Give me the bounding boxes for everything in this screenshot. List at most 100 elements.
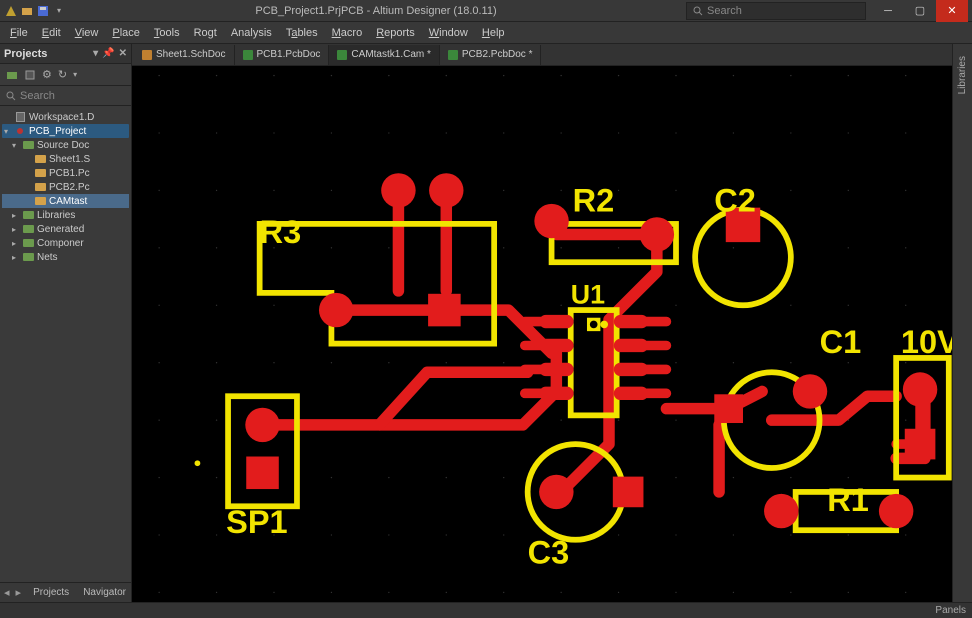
smd-pad: [614, 387, 648, 400]
menu-view[interactable]: View: [69, 25, 105, 41]
tree-node-pcb2-pc[interactable]: PCB2.Pc: [2, 180, 129, 194]
smd-pad: [614, 339, 648, 352]
pad: [245, 408, 279, 442]
document-tabs: Sheet1.SchDoc PCB1.PcbDocCAMtastk1.Cam *P…: [132, 44, 952, 66]
panel-menu-icon[interactable]: ▾: [93, 48, 98, 59]
tree-node-libraries[interactable]: ▸Libraries: [2, 208, 129, 222]
menu-tables[interactable]: Tables: [280, 25, 324, 41]
silk-label-U1: U1: [571, 279, 605, 309]
pad: [764, 494, 798, 528]
tree-node-generated[interactable]: ▸ Generated: [2, 222, 129, 236]
smd-pad: [539, 315, 573, 328]
doc-tab-icon: [448, 50, 458, 60]
trace: [379, 372, 527, 425]
tree-node-nets[interactable]: ▸Nets: [2, 250, 129, 264]
doc-tab-pcb2-pcbdoc--[interactable]: PCB2.PcbDoc *: [440, 45, 542, 65]
tab-scroll-left-icon[interactable]: ◂: [4, 586, 10, 599]
panel-tab-projects[interactable]: Projects: [27, 585, 75, 600]
menu-edit[interactable]: Edit: [36, 25, 67, 41]
tree-toggle-icon[interactable]: ▾: [12, 141, 20, 150]
open-icon[interactable]: [20, 4, 34, 18]
toolbar-gear-icon[interactable]: ⚙: [42, 68, 52, 81]
save-icon[interactable]: [36, 4, 50, 18]
menu-macro[interactable]: Macro: [326, 25, 369, 41]
tree-node-sheet1-s[interactable]: Sheet1.S: [2, 152, 129, 166]
pad: [534, 204, 568, 238]
pad: [319, 293, 353, 327]
maximize-button[interactable]: ▢: [904, 0, 936, 22]
menu-rogt[interactable]: Rogt: [188, 25, 223, 41]
projects-search[interactable]: Search: [0, 86, 131, 106]
pad: [793, 374, 827, 408]
menu-file[interactable]: File: [4, 25, 34, 41]
doc-tab-camtastk1-cam--[interactable]: CAMtastk1.Cam *: [329, 45, 439, 65]
close-button[interactable]: ✕: [936, 0, 968, 22]
menu-reports[interactable]: Reports: [370, 25, 421, 41]
silk-label-R1: R1: [827, 482, 869, 518]
panel-tab-navigator[interactable]: Navigator: [77, 585, 132, 600]
toolbar-refresh-icon[interactable]: ↻: [58, 68, 67, 81]
tree-item-label: PCB2.Pc: [49, 182, 90, 193]
right-rail-tab-libraries[interactable]: Libraries: [955, 52, 970, 98]
tree-item-icon: [34, 196, 46, 206]
projects-panel-header: Projects ▾ 📌 ✕: [0, 44, 131, 64]
pad: [381, 173, 415, 207]
pad: [640, 217, 674, 251]
search-icon: [6, 91, 16, 101]
minimize-button[interactable]: ─: [872, 0, 904, 22]
tree-item-icon: [34, 154, 46, 164]
tree-item-label: Componer: [37, 238, 84, 249]
tree-item-label: Generated: [37, 224, 84, 235]
toolbar-dropdown-icon[interactable]: ▾: [73, 70, 77, 79]
titlebar-search[interactable]: Search: [686, 2, 866, 20]
tree-node-componer[interactable]: ▸ Componer: [2, 236, 129, 250]
pcb-canvas[interactable]: R3SP1R2C2U1C110VR1C3: [132, 66, 952, 602]
tree-node-pcb1-pc[interactable]: PCB1.Pc: [2, 166, 129, 180]
tree-toggle-icon[interactable]: ▸: [12, 211, 20, 220]
tree-node-workspace1-d[interactable]: Workspace1.D: [2, 110, 129, 124]
dropdown-icon[interactable]: ▾: [52, 4, 66, 18]
tree-item-icon: [22, 140, 34, 150]
menu-analysis[interactable]: Analysis: [225, 25, 278, 41]
tree-node-camtast[interactable]: CAMtast: [2, 194, 129, 208]
status-panels[interactable]: Panels: [935, 605, 972, 616]
tree-toggle-icon[interactable]: ▸: [12, 253, 20, 262]
panel-pin-icon[interactable]: 📌: [102, 48, 114, 59]
search-icon: [693, 6, 703, 16]
doc-tab-label: Sheet1.SchDoc: [156, 49, 226, 60]
silk-label-C2: C2: [714, 182, 756, 218]
tab-scroll-right-icon[interactable]: ▸: [16, 586, 22, 599]
doc-tab-pcb1-pcbdoc[interactable]: PCB1.PcbDoc: [235, 45, 330, 65]
menu-place[interactable]: Place: [106, 25, 146, 41]
silk-label-SP1: SP1: [226, 504, 288, 540]
titlebar-app-icons: ▾: [4, 4, 66, 18]
doc-tab-sheet1-schdoc[interactable]: Sheet1.SchDoc: [134, 45, 235, 65]
menu-help[interactable]: Help: [476, 25, 511, 41]
panel-bottom-tabs: ◂ ▸ Projects Navigator: [0, 582, 131, 602]
toolbar-add-icon[interactable]: [24, 69, 36, 81]
tree-toggle-icon[interactable]: ▸: [12, 225, 20, 234]
menu-tools[interactable]: Tools: [148, 25, 186, 41]
tree-toggle-icon[interactable]: ▸: [12, 239, 20, 248]
tree-item-label: PCB_Project: [29, 126, 86, 137]
smd-pad: [614, 315, 648, 328]
projects-tree[interactable]: Workspace1.D ▾ PCB_Project▾Source Doc Sheet…: [0, 106, 131, 582]
tree-item-icon: [22, 210, 34, 220]
tree-toggle-icon[interactable]: ▾: [4, 127, 12, 136]
panel-close-icon[interactable]: ✕: [119, 48, 127, 59]
tree-item-icon: [34, 168, 46, 178]
tree-item-icon: [22, 224, 34, 234]
tree-node-source-doc[interactable]: ▾Source Doc: [2, 138, 129, 152]
app-icon: [4, 4, 18, 18]
smd-pad: [539, 363, 573, 376]
menu-window[interactable]: Window: [423, 25, 474, 41]
tree-node-pcb-project[interactable]: ▾ PCB_Project: [2, 124, 129, 138]
doc-tab-icon: [337, 50, 347, 60]
tree-item-icon: [22, 252, 34, 262]
tree-item-label: PCB1.Pc: [49, 168, 90, 179]
silk-label-R3: R3: [260, 214, 302, 250]
tree-item-label: Sheet1.S: [49, 154, 90, 165]
silk-label-C3: C3: [528, 535, 570, 571]
smd-pad: [614, 363, 648, 376]
toolbar-home-icon[interactable]: [6, 69, 18, 81]
